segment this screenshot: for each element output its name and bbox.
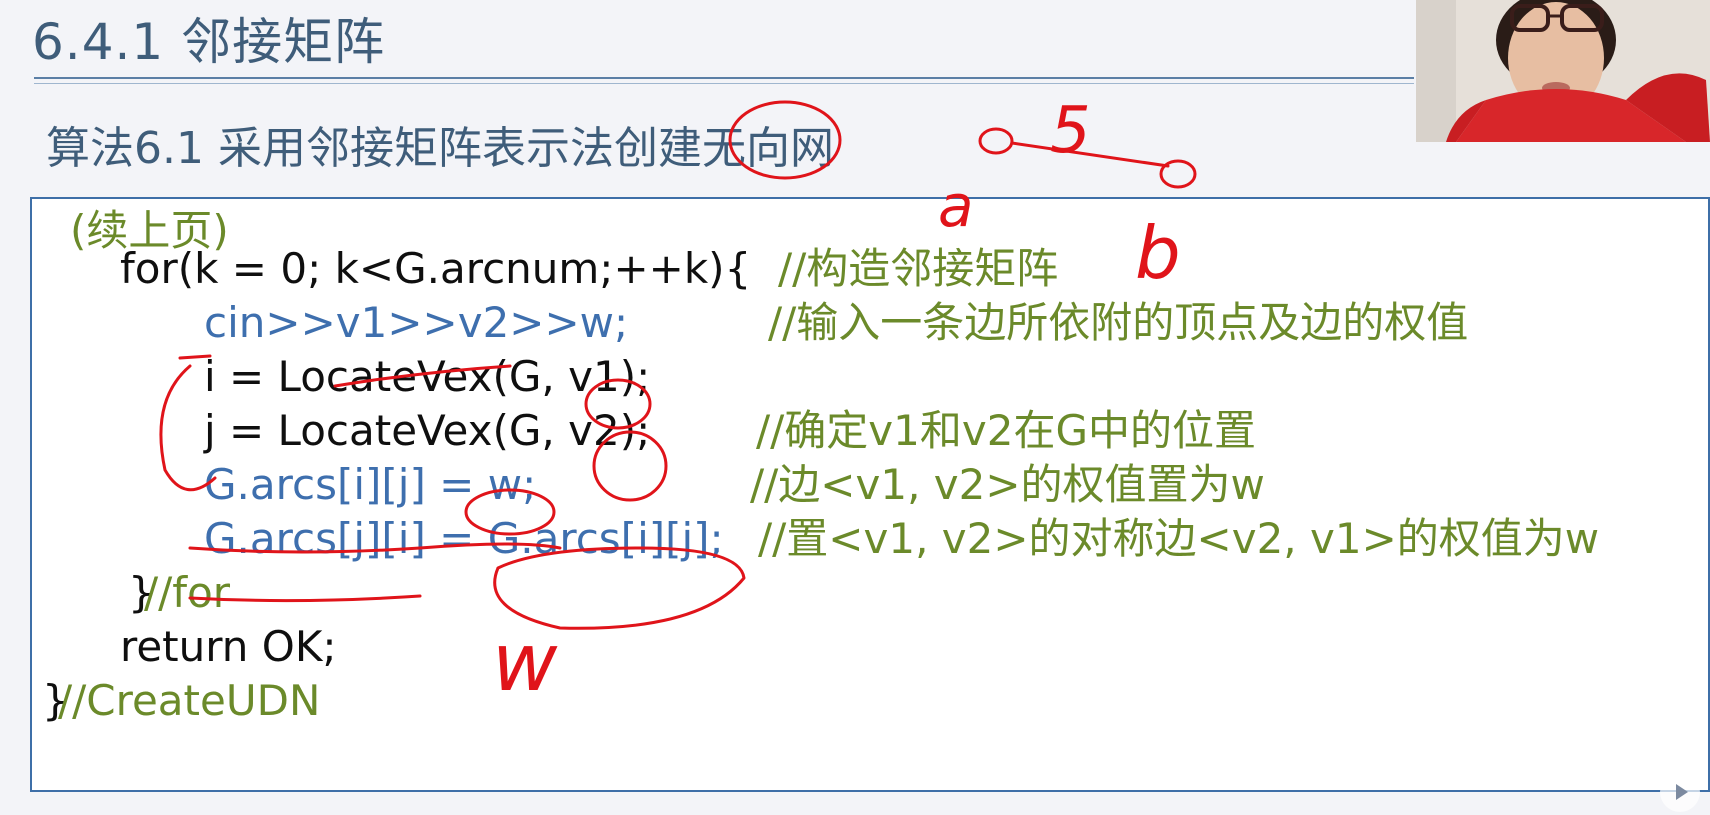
cin-comment: //输入一条边所依附的顶点及边的权值	[768, 298, 1469, 347]
code-box: (续上页) for(k = 0; k<G.arcnum;++k){ //构造邻接…	[30, 197, 1710, 792]
title-divider-thin	[34, 83, 1414, 84]
locate-j: j = LocateVex(G, v2);	[204, 406, 651, 455]
for-head: for(k = 0; k<G.arcnum;++k){	[120, 244, 752, 293]
cin-statement: cin>>v1>>v2>>w;	[204, 298, 629, 347]
locate-i: i = LocateVex(G, v1);	[204, 352, 651, 401]
slide: 6.4.1 邻接矩阵 算法6.1 采用邻接矩阵表示法创建无向网 (续上页) fo…	[0, 0, 1710, 815]
locate-comment: //确定v1和v2在G中的位置	[756, 406, 1257, 455]
presenter-webcam	[1416, 0, 1710, 142]
play-glyph-icon	[1676, 784, 1688, 800]
for-comment: //构造邻接矩阵	[778, 244, 1059, 293]
presenter-image	[1416, 0, 1710, 142]
return-statement: return OK;	[120, 622, 337, 671]
arcs-ij-comment: //边<v1, v2>的权值置为w	[750, 460, 1265, 509]
title-divider	[34, 77, 1414, 79]
arcs-ij-statement: G.arcs[i][j] = w;	[204, 460, 537, 509]
ink-vertex-a	[978, 127, 1014, 155]
arcs-ji-statement: G.arcs[j][i] = G.arcs[i][j];	[204, 514, 724, 563]
close-func-comment: //CreateUDN	[58, 676, 321, 725]
section-title: 6.4.1 邻接矩阵	[32, 13, 386, 71]
play-icon[interactable]	[1660, 772, 1700, 812]
arcs-ji-comment: //置<v1, v2>的对称边<v2, v1>的权值为w	[758, 514, 1600, 563]
ink-weight-label: 5	[1050, 94, 1091, 168]
ink-edge	[1010, 141, 1170, 168]
ink-vertex-b	[1159, 159, 1197, 189]
algorithm-title: 算法6.1 采用邻接矩阵表示法创建无向网	[46, 123, 834, 174]
close-for-comment: //for	[144, 568, 231, 617]
